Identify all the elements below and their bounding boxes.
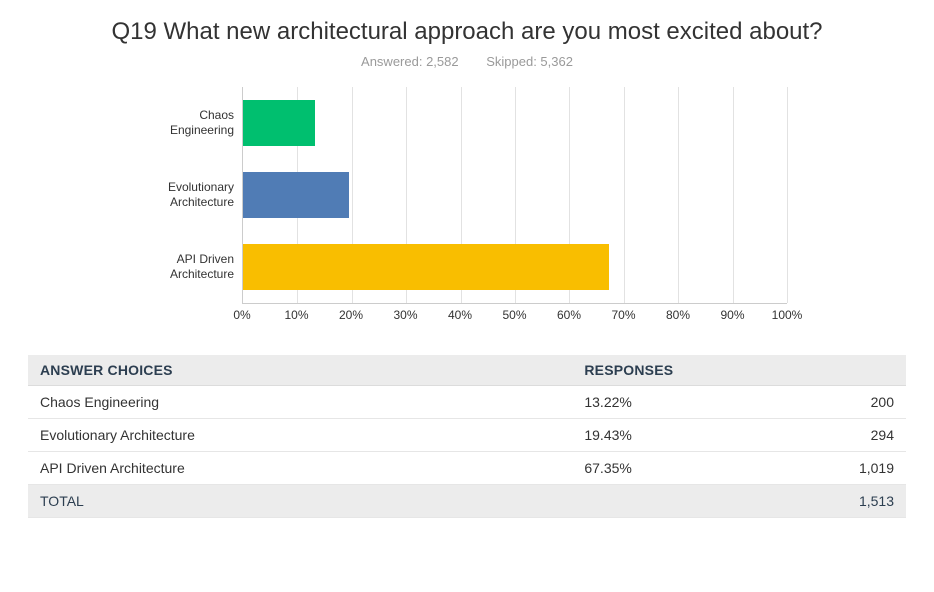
bar-evolutionary-architecture: [243, 172, 349, 218]
cell-count: 200: [755, 386, 906, 419]
cell-total-count: 1,513: [755, 485, 906, 518]
y-axis-label: API Driven Architecture: [147, 252, 242, 282]
y-axis-label-line: Chaos: [199, 108, 234, 122]
cell-pct: 67.35%: [572, 452, 755, 485]
cell-total-label: TOTAL: [28, 485, 572, 518]
x-tick: 50%: [502, 308, 526, 322]
y-axis-label-line: API Driven: [177, 252, 234, 266]
col-header-choices: ANSWER CHOICES: [28, 355, 572, 386]
y-axis-label-line: Architecture: [170, 267, 234, 281]
bar-row: Evolutionary Architecture: [147, 159, 787, 231]
cell-pct: 19.43%: [572, 419, 755, 452]
response-meta: Answered: 2,582 Skipped: 5,362: [28, 54, 906, 69]
x-tick: 30%: [393, 308, 417, 322]
page-title: Q19 What new architectural approach are …: [28, 18, 906, 46]
x-tick: 90%: [720, 308, 744, 322]
bar-chart: Chaos Engineering Evolutionary Architect…: [147, 87, 787, 331]
table-row: API Driven Architecture 67.35% 1,019: [28, 452, 906, 485]
bar-api-driven-architecture: [243, 244, 609, 290]
cell-pct: 13.22%: [572, 386, 755, 419]
x-tick: 0%: [233, 308, 250, 322]
bar-row: Chaos Engineering: [147, 87, 787, 159]
gridlines: [243, 87, 787, 159]
cell-empty: [572, 485, 755, 518]
cell-choice: Chaos Engineering: [28, 386, 572, 419]
cell-choice: API Driven Architecture: [28, 452, 572, 485]
cell-choice: Evolutionary Architecture: [28, 419, 572, 452]
y-axis-label-line: Engineering: [170, 123, 234, 137]
table-row-total: TOTAL 1,513: [28, 485, 906, 518]
answered-count: Answered: 2,582: [361, 54, 459, 69]
x-axis: 0% 10% 20% 30% 40% 50% 60% 70% 80% 90% 1…: [242, 303, 787, 331]
y-axis-label-line: Evolutionary: [168, 180, 234, 194]
col-header-responses: RESPONSES: [572, 355, 906, 386]
x-tick: 60%: [557, 308, 581, 322]
bar-track: [242, 87, 787, 159]
x-tick: 80%: [666, 308, 690, 322]
table-row: Evolutionary Architecture 19.43% 294: [28, 419, 906, 452]
results-table: ANSWER CHOICES RESPONSES Chaos Engineeri…: [28, 355, 906, 518]
bar-row: API Driven Architecture: [147, 231, 787, 303]
y-axis-label: Chaos Engineering: [147, 108, 242, 138]
y-axis-label-line: Architecture: [170, 195, 234, 209]
bar-track: [242, 231, 787, 303]
skipped-count: Skipped: 5,362: [486, 54, 573, 69]
bar-chaos-engineering: [243, 100, 315, 146]
x-tick: 70%: [611, 308, 635, 322]
bar-track: [242, 159, 787, 231]
table-row: Chaos Engineering 13.22% 200: [28, 386, 906, 419]
cell-count: 294: [755, 419, 906, 452]
x-tick: 100%: [772, 308, 803, 322]
cell-count: 1,019: [755, 452, 906, 485]
x-tick: 20%: [339, 308, 363, 322]
x-tick: 40%: [448, 308, 472, 322]
y-axis-label: Evolutionary Architecture: [147, 180, 242, 210]
x-tick: 10%: [284, 308, 308, 322]
